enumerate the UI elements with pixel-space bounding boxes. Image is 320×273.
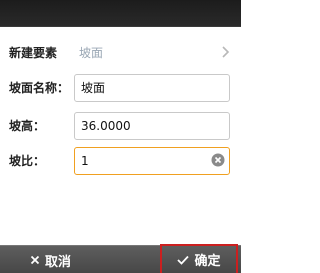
clear-icon[interactable] bbox=[211, 153, 225, 167]
new-element-row[interactable]: 新建要素 坡面 bbox=[0, 42, 241, 64]
top-bar bbox=[0, 0, 241, 27]
checkmark-icon bbox=[177, 255, 190, 265]
slope-ratio-label: 坡比： bbox=[9, 154, 46, 168]
cancel-label: 取消 bbox=[45, 254, 72, 270]
slope-ratio-row: 坡比： 1 bbox=[0, 147, 241, 175]
slope-name-row: 坡面名称： 坡面 bbox=[0, 74, 241, 102]
bottom-action-bar: 取消 确定 bbox=[0, 244, 241, 273]
cancel-button[interactable]: 取消 bbox=[30, 246, 71, 273]
new-element-value: 坡面 bbox=[79, 46, 104, 60]
slope-height-input[interactable]: 36.0000 bbox=[74, 112, 230, 140]
confirm-button[interactable]: 确定 bbox=[160, 244, 238, 273]
slope-height-label: 坡高： bbox=[9, 119, 46, 133]
slope-height-row: 坡高： 36.0000 bbox=[0, 112, 241, 140]
slope-name-input[interactable]: 坡面 bbox=[74, 74, 230, 102]
chevron-right-icon[interactable] bbox=[219, 44, 231, 60]
slope-name-label: 坡面名称： bbox=[9, 81, 70, 95]
slope-ratio-value: 1 bbox=[81, 154, 89, 168]
new-element-label: 新建要素 bbox=[9, 46, 58, 60]
slope-ratio-input[interactable]: 1 bbox=[74, 147, 230, 175]
close-icon bbox=[30, 255, 40, 265]
confirm-label: 确定 bbox=[194, 254, 221, 269]
